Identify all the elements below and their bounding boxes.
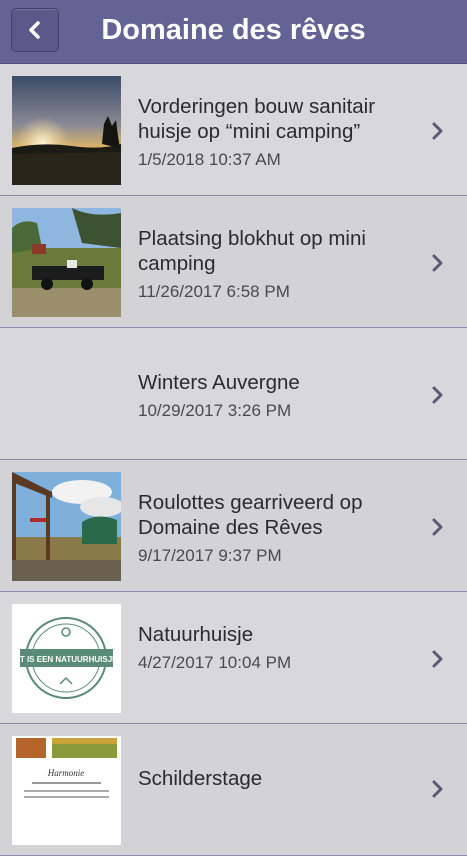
list-item-text: Natuurhuisje 4/27/2017 10:04 PM: [138, 622, 419, 673]
list-item[interactable]: Vorderingen bouw sanitair huisje op “min…: [0, 64, 467, 196]
list-item[interactable]: Roulottes gearriveerd op Domaine des Rêv…: [0, 460, 467, 592]
list-item-text: Schilderstage: [138, 766, 419, 797]
chevron-right-icon: [431, 517, 445, 537]
list-item-title: Natuurhuisje: [138, 623, 254, 646]
list-item-title: Vorderingen bouw sanitair huisje op “min…: [138, 95, 376, 143]
chevron-right-icon: [431, 649, 445, 669]
stamp-text: DIT IS EEN NATUURHUISJE!: [12, 655, 120, 664]
list-item-title: Plaatsing blokhut op mini camping: [138, 227, 366, 275]
list-item[interactable]: Winters Auvergne 10/29/2017 3:26 PM: [0, 328, 467, 460]
post-list: Vorderingen bouw sanitair huisje op “min…: [0, 64, 467, 856]
chevron-right-icon: [431, 121, 445, 141]
list-item-date: 1/5/2018 10:37 AM: [138, 150, 281, 169]
list-item-date: 9/17/2017 9:37 PM: [138, 546, 282, 565]
thumbnail-trailer: [12, 208, 121, 317]
flyer-text: Harmonie: [47, 768, 85, 778]
thumbnail-sunset: [12, 76, 121, 185]
list-item-text: Plaatsing blokhut op mini camping 11/26/…: [138, 226, 419, 302]
list-item-date: 4/27/2017 10:04 PM: [138, 653, 292, 672]
chevron-right-icon: [431, 779, 445, 799]
list-item-title: Winters Auvergne: [138, 371, 300, 394]
list-item-date: 10/29/2017 3:26 PM: [138, 401, 292, 420]
page-title: Domaine des rêves: [101, 14, 366, 46]
thumbnail-stamp: DIT IS EEN NATUURHUISJE!: [12, 604, 121, 713]
navigation-bar: Domaine des rêves: [0, 0, 467, 64]
thumbnail-roulotte: [12, 472, 121, 581]
list-item-text: Roulottes gearriveerd op Domaine des Rêv…: [138, 490, 419, 566]
chevron-right-icon: [431, 385, 445, 405]
list-item[interactable]: Harmonie Schilderstage: [0, 724, 467, 856]
list-item-date: 11/26/2017 6:58 PM: [138, 282, 290, 301]
list-item[interactable]: DIT IS EEN NATUURHUISJE! Natuurhuisje 4/…: [0, 592, 467, 724]
list-item-title: Roulottes gearriveerd op Domaine des Rêv…: [138, 491, 363, 539]
chevron-right-icon: [431, 253, 445, 273]
list-item-text: Vorderingen bouw sanitair huisje op “min…: [138, 94, 419, 170]
list-item[interactable]: Plaatsing blokhut op mini camping 11/26/…: [0, 196, 467, 328]
list-item-text: Winters Auvergne 10/29/2017 3:26 PM: [138, 370, 419, 421]
list-item-title: Schilderstage: [138, 767, 263, 790]
thumbnail-flyer: Harmonie: [12, 736, 121, 845]
